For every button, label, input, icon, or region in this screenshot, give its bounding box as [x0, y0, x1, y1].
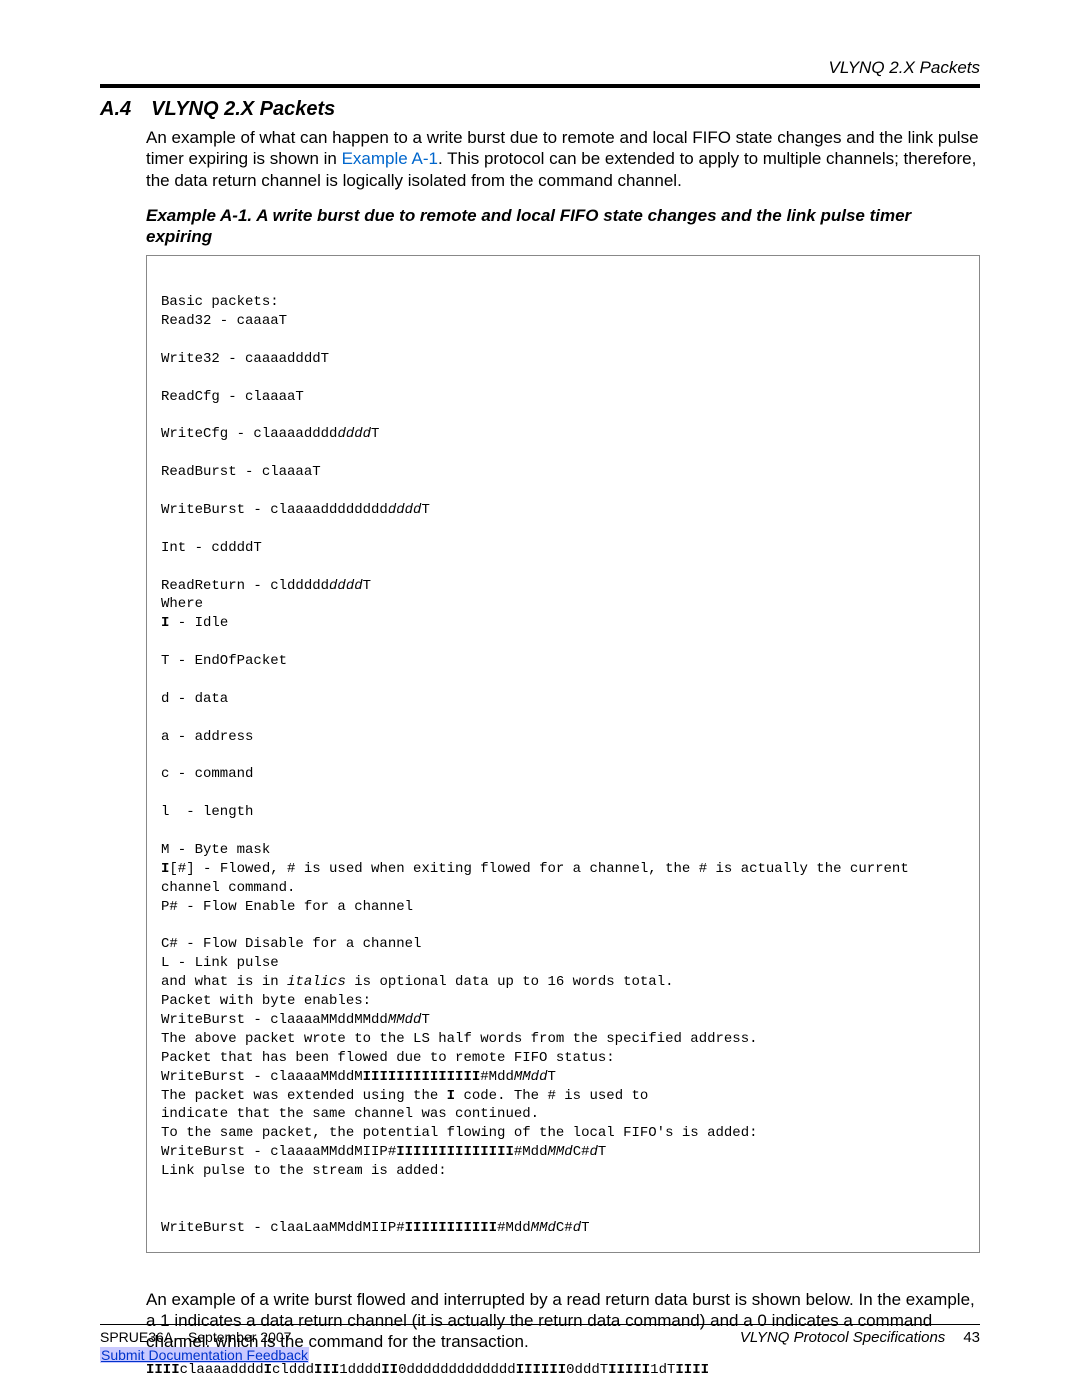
footer-feedback: Submit Documentation Feedback	[100, 1347, 980, 1363]
code-line: I - Idle	[161, 615, 228, 631]
code-line: M - Byte mask	[161, 842, 270, 858]
example-link[interactable]: Example A-1	[342, 149, 438, 168]
code-line: C# - Flow Disable for a channel	[161, 936, 421, 952]
submit-feedback-link[interactable]: Submit Documentation Feedback	[100, 1347, 309, 1363]
code-line: L - Link pulse	[161, 955, 279, 971]
code-line: and what is in italics is optional data …	[161, 974, 674, 990]
code-line: d - data	[161, 691, 228, 707]
code-line: I[#] - Flowed, # is used when exiting fl…	[161, 861, 909, 877]
code-line: ReadCfg - claaaaT	[161, 389, 304, 405]
example-caption: Example A-1. A write burst due to remote…	[146, 205, 980, 248]
code-line: Write32 - caaaaddddT	[161, 351, 329, 367]
code-line: T - EndOfPacket	[161, 653, 287, 669]
code-line: WriteBurst - claaaaMMddMIIP#IIIIIIIIIIII…	[161, 1144, 606, 1160]
code-line: Where	[161, 596, 203, 612]
code-line: The packet was extended using the I code…	[161, 1088, 648, 1104]
code-line: WriteBurst - claaaaMMddMIIIIIIIIIIIIII#M…	[161, 1069, 556, 1085]
running-header: VLYNQ 2.X Packets	[100, 0, 980, 80]
section-number: A.4	[100, 98, 131, 121]
code-line: ReadBurst - claaaaT	[161, 464, 321, 480]
page-number: 43	[963, 1329, 980, 1346]
code-line: Read32 - caaaaT	[161, 313, 287, 329]
intro-paragraph: An example of what can happen to a write…	[146, 127, 980, 191]
mono-line: IIIIclaaaaddddIcldddIII1ddddII0ddddddddd…	[146, 1362, 980, 1378]
code-box: Basic packets: Read32 - caaaaT Write32 -…	[146, 255, 980, 1252]
section-title: VLYNQ 2.X Packets	[151, 98, 335, 121]
code-line: WriteCfg - claaaaddddddddT	[161, 426, 379, 442]
code-line: a - address	[161, 729, 253, 745]
code-line: Basic packets:	[161, 294, 279, 310]
header-rule	[100, 84, 980, 88]
code-line: The above packet wrote to the LS half wo…	[161, 1031, 758, 1047]
code-line: c - command	[161, 766, 253, 782]
code-line: Packet that has been flowed due to remot…	[161, 1050, 615, 1066]
code-line: P# - Flow Enable for a channel	[161, 899, 413, 915]
code-line: WriteBurst - claaLaaMMddMIIP#IIIIIIIIIII…	[161, 1220, 590, 1236]
section-heading: A.4 VLYNQ 2.X Packets	[100, 98, 980, 121]
code-line: Packet with byte enables:	[161, 993, 371, 1009]
code-line: Link pulse to the stream is added:	[161, 1163, 447, 1179]
page-footer: SPRUE36A – September 2007 VLYNQ Protocol…	[100, 1324, 980, 1363]
code-line: WriteBurst - claaaaddddddddddddT	[161, 502, 430, 518]
footer-title: VLYNQ Protocol Specifications43	[740, 1329, 980, 1346]
footer-docid: SPRUE36A – September 2007	[100, 1329, 291, 1346]
code-line: channel command.	[161, 880, 295, 896]
code-line: ReadReturn - cldddddddddT	[161, 578, 371, 594]
code-line: WriteBurst - claaaaMMddMMddMMddT	[161, 1012, 430, 1028]
code-line: indicate that the same channel was conti…	[161, 1106, 539, 1122]
code-line: Int - cddddT	[161, 540, 262, 556]
code-line: l - length	[161, 804, 253, 820]
code-line: To the same packet, the potential flowin…	[161, 1125, 758, 1141]
